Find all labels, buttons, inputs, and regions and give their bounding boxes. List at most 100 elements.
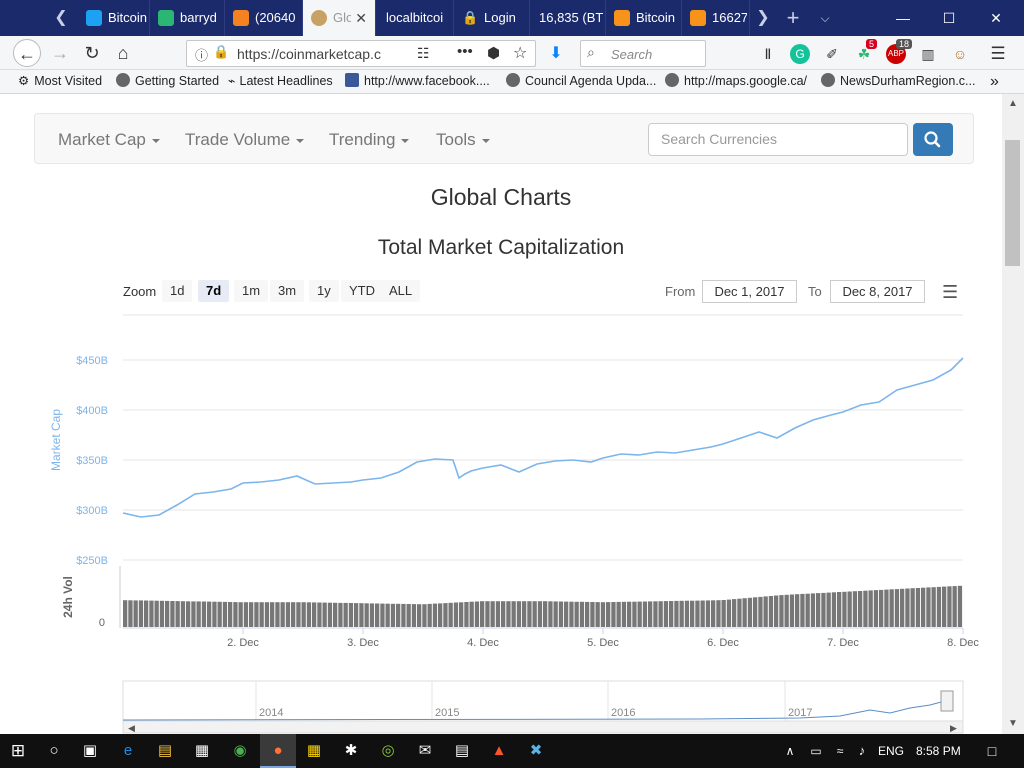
volume-bar	[417, 604, 422, 627]
bookmark-news-durham[interactable]: NewsDurhamRegion.c...	[821, 70, 975, 94]
windows-start-icon[interactable]: ⊞	[8, 741, 28, 761]
tab-8[interactable]: 16627.	[682, 0, 750, 36]
extension-badge: 5	[866, 39, 878, 49]
tab-favicon-icon	[233, 10, 249, 26]
reload-icon[interactable]: ↻	[78, 39, 106, 67]
tab-7[interactable]: Bitcoin	[606, 0, 682, 36]
scroll-up-arrow-icon[interactable]: ▲	[1008, 98, 1018, 109]
grammarly-icon[interactable]: G	[790, 44, 810, 64]
volume-bar	[879, 589, 884, 627]
firefox-icon: ●	[273, 742, 283, 759]
globe-icon	[506, 73, 520, 87]
search-box[interactable]: ⌕ Search	[580, 40, 706, 67]
globe-icon	[116, 73, 130, 87]
url-text: https://coinmarketcap.c	[237, 46, 381, 62]
volume-icon[interactable]: ♪	[852, 741, 872, 761]
tab-5[interactable]: 🔒 Login	[454, 0, 530, 36]
bookmark-google-maps[interactable]: http://maps.google.ca/	[665, 70, 807, 94]
tab-6[interactable]: 16,835 (BTC	[530, 0, 606, 36]
volume-bar	[543, 601, 548, 627]
clock[interactable]: 8:58 PM	[916, 744, 961, 758]
battery-icon[interactable]: ▭	[806, 741, 826, 761]
navigator-panel[interactable]	[122, 680, 964, 722]
market-cap-series-line[interactable]	[122, 357, 964, 518]
bookmark-getting-started[interactable]: Getting Started	[116, 70, 219, 94]
file-explorer-icon[interactable]: ▤	[155, 741, 175, 761]
tab-list-chevron-down-icon[interactable]: ⌵	[812, 0, 838, 36]
mail-icon[interactable]: ✉	[415, 741, 435, 761]
bookmark-most-visited[interactable]: ⚙ Most Visited	[18, 70, 102, 94]
scroll-right-arrow-icon[interactable]: ▶	[950, 723, 957, 733]
bookmark-star-icon[interactable]: ☆	[513, 43, 527, 63]
bookmark-council-agenda[interactable]: Council Agenda Upda...	[506, 70, 656, 94]
pocket-icon[interactable]: ⬢	[487, 44, 500, 62]
firefox-taskbar-item[interactable]: ●	[260, 734, 296, 768]
reader-view-icon[interactable]: ☷	[417, 45, 430, 62]
eyedropper-icon[interactable]: ✐	[822, 44, 842, 64]
brave-icon[interactable]: ▲	[489, 741, 509, 761]
store-icon[interactable]: ▦	[192, 741, 212, 761]
sidebar-icon[interactable]: ▥	[918, 44, 938, 64]
y-axis-label: Market Cap	[49, 409, 63, 471]
hamburger-menu-icon[interactable]: ☰	[988, 44, 1008, 64]
bookmarks-overflow-icon[interactable]: »	[990, 70, 999, 94]
tab-active[interactable]: Glo ✕	[303, 0, 376, 36]
show-hidden-icons-chevron-up-icon[interactable]: ∧	[780, 741, 800, 761]
volume-bar	[390, 603, 396, 627]
volume-bar	[427, 603, 432, 627]
page-scrollbar[interactable]: ▲ ▼	[1002, 94, 1024, 734]
volume-bar	[480, 601, 485, 627]
home-icon[interactable]: ⌂	[109, 39, 137, 67]
tab-2[interactable]: (20640	[225, 0, 303, 36]
tampermonkey-icon[interactable]: ☺	[950, 44, 970, 64]
scroll-left-arrow-icon[interactable]: ◀	[128, 723, 135, 733]
task-view-icon[interactable]: ▣	[80, 741, 100, 761]
library-icon[interactable]: Ⅱ	[758, 44, 778, 64]
bookmark-latest-headlines[interactable]: ⌁ Latest Headlines	[228, 70, 333, 94]
chrome-icon[interactable]: ◉	[230, 741, 250, 761]
calculator-icon[interactable]: ▤	[452, 741, 472, 761]
navigator-handle[interactable]	[940, 690, 954, 712]
volume-bar	[616, 601, 621, 627]
volume-bars	[123, 585, 963, 627]
forward-icon[interactable]: →	[46, 39, 74, 67]
language-indicator[interactable]: ENG	[878, 744, 904, 758]
new-tab-icon[interactable]: +	[780, 0, 806, 36]
globe-app-icon[interactable]: ◎	[378, 741, 398, 761]
lock-icon: 🔒	[462, 10, 479, 25]
url-bar[interactable]: ⓘ 🔒 https://coinmarketcap.c ☷ ••• ⬢ ☆	[186, 40, 536, 67]
volume-bar	[931, 587, 936, 627]
close-tab-icon[interactable]: ✕	[355, 0, 367, 36]
volume-bar	[448, 602, 453, 627]
volume-bar	[438, 603, 443, 627]
minimize-icon[interactable]: —	[880, 0, 926, 36]
volume-bar	[679, 600, 684, 627]
snipping-tool-icon[interactable]: ✖	[526, 741, 546, 761]
navigator-scrollbar[interactable]	[122, 720, 964, 734]
scroll-down-arrow-icon[interactable]: ▼	[1008, 718, 1018, 729]
tab-4[interactable]: localbitcoi	[376, 0, 454, 36]
maximize-icon[interactable]: ☐	[926, 0, 972, 36]
cortana-search-icon[interactable]: ○	[44, 741, 64, 761]
page-actions-icon[interactable]: •••	[457, 43, 473, 60]
close-window-icon[interactable]: ✕	[972, 0, 1020, 36]
download-icon[interactable]: ⬇	[546, 44, 566, 64]
tabs-scroll-right-icon[interactable]: ❯	[750, 0, 776, 36]
tab-0[interactable]: Bitcoin	[78, 0, 150, 36]
tab-favicon-icon	[86, 10, 102, 26]
calculator-grid-icon[interactable]: ▦	[304, 741, 324, 761]
scrollbar-thumb[interactable]	[1005, 140, 1020, 266]
volume-bar	[942, 586, 947, 627]
tabs-scroll-left-icon[interactable]: ❮	[48, 0, 74, 36]
tab-1[interactable]: barryd	[150, 0, 225, 36]
volume-bar	[884, 589, 889, 627]
action-center-icon[interactable]: □	[982, 741, 1002, 761]
info-icon[interactable]: ⓘ	[195, 45, 208, 64]
volume-bar	[175, 601, 180, 627]
volume-bar	[385, 603, 390, 627]
back-icon[interactable]: ←	[13, 39, 41, 67]
wifi-icon[interactable]: ≈	[830, 741, 850, 761]
edge-icon[interactable]: e	[118, 741, 138, 761]
bookmark-facebook[interactable]: http://www.facebook....	[345, 70, 490, 94]
app-icon[interactable]: ✱	[341, 741, 361, 761]
